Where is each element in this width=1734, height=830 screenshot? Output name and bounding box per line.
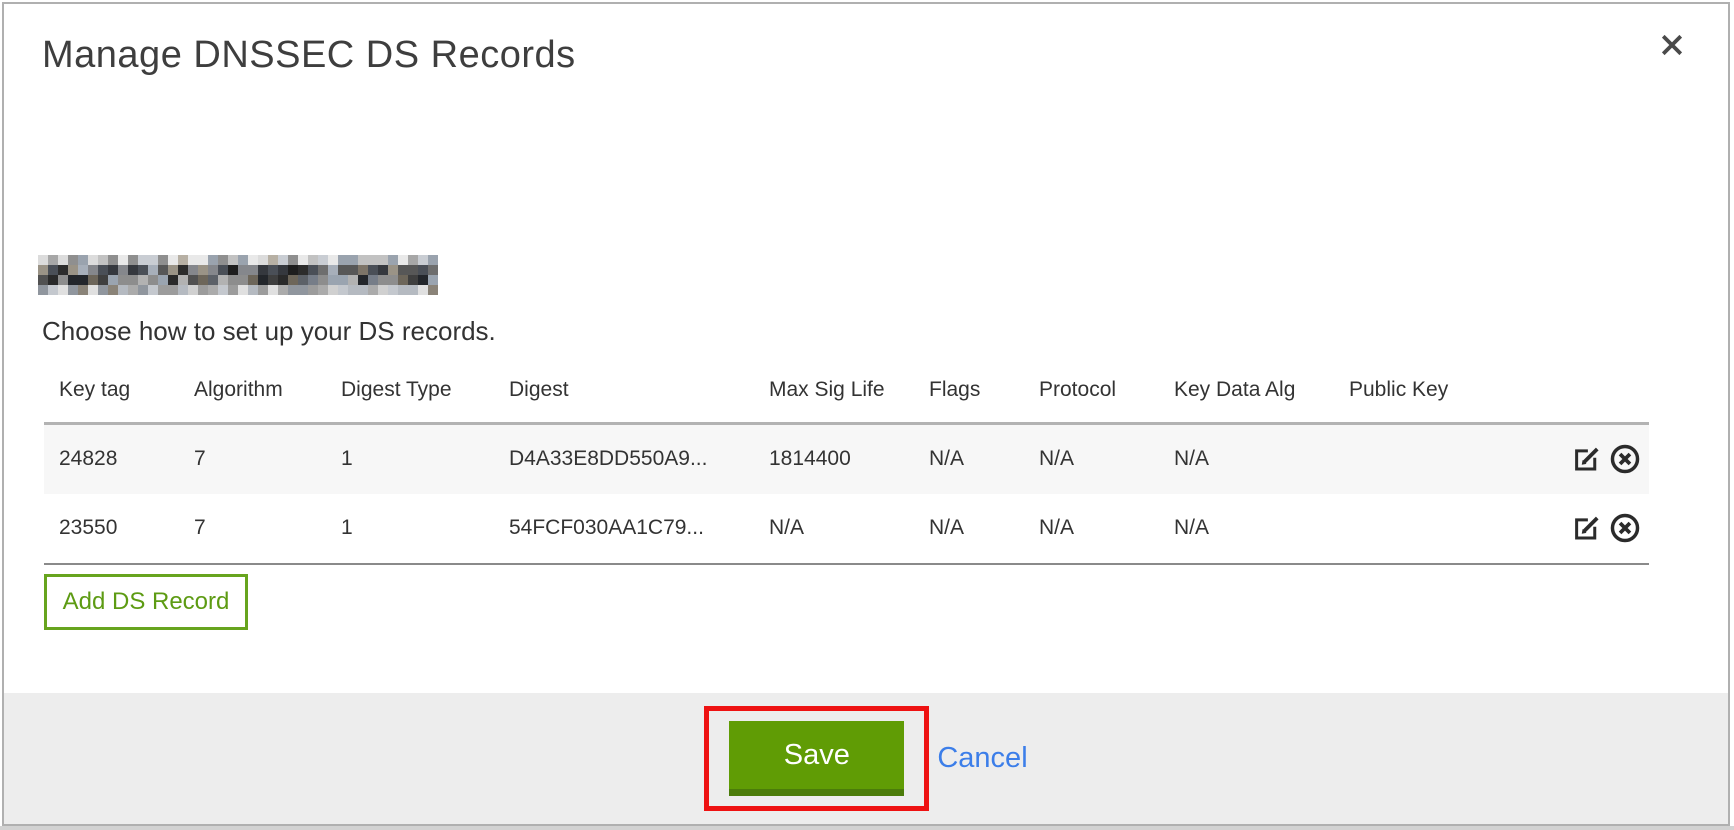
annotation-highlight-box: Save — [704, 706, 929, 811]
ds-records-table: Key tag Algorithm Digest Type Digest Max… — [44, 370, 1649, 565]
cell-digest: 54FCF030AA1C79... — [494, 494, 754, 564]
edit-icon — [1571, 531, 1601, 546]
cell-digest-type: 1 — [326, 494, 494, 564]
cell-flags: N/A — [914, 494, 1024, 564]
delete-record-button[interactable] — [1609, 443, 1641, 475]
cell-protocol: N/A — [1024, 424, 1159, 494]
header-max-sig-life: Max Sig Life — [754, 370, 914, 424]
header-digest-type: Digest Type — [326, 370, 494, 424]
cell-algorithm: 7 — [179, 494, 326, 564]
x-circle-icon — [1609, 463, 1641, 478]
x-circle-icon — [1609, 532, 1641, 547]
dialog-footer: Save Cancel — [4, 693, 1728, 824]
header-flags: Flags — [914, 370, 1024, 424]
cell-actions — [1544, 494, 1649, 564]
domain-name-redacted — [38, 255, 438, 295]
page-background-strip — [0, 826, 1734, 830]
edit-icon — [1571, 462, 1601, 477]
close-button[interactable] — [1656, 30, 1688, 62]
manage-dnssec-dialog: Manage DNSSEC DS Records Choose how to s… — [2, 2, 1730, 826]
cell-actions — [1544, 424, 1649, 494]
cell-max-sig-life: N/A — [754, 494, 914, 564]
delete-record-button[interactable] — [1609, 512, 1641, 544]
ds-records-tbody: 24828 7 1 D4A33E8DD550A9... 1814400 N/A … — [44, 424, 1649, 564]
cell-max-sig-life: 1814400 — [754, 424, 914, 494]
edit-record-button[interactable] — [1571, 444, 1601, 474]
header-actions — [1544, 370, 1649, 424]
header-public-key: Public Key — [1334, 370, 1544, 424]
screen: Manage DNSSEC DS Records Choose how to s… — [0, 0, 1734, 830]
cell-public-key — [1334, 424, 1544, 494]
cell-key-tag: 24828 — [44, 424, 179, 494]
cell-algorithm: 7 — [179, 424, 326, 494]
header-algorithm: Algorithm — [179, 370, 326, 424]
edit-record-button[interactable] — [1571, 513, 1601, 543]
table-header-row: Key tag Algorithm Digest Type Digest Max… — [44, 370, 1649, 424]
save-button[interactable]: Save — [729, 721, 904, 796]
cell-key-data-alg: N/A — [1159, 494, 1334, 564]
dialog-title: Manage DNSSEC DS Records — [42, 34, 576, 77]
table-row: 24828 7 1 D4A33E8DD550A9... 1814400 N/A … — [44, 424, 1649, 494]
header-protocol: Protocol — [1024, 370, 1159, 424]
cell-public-key — [1334, 494, 1544, 564]
cell-digest: D4A33E8DD550A9... — [494, 424, 754, 494]
instructions-text: Choose how to set up your DS records. — [42, 316, 496, 347]
add-ds-record-button[interactable]: Add DS Record — [44, 574, 248, 630]
cell-key-tag: 23550 — [44, 494, 179, 564]
cell-flags: N/A — [914, 424, 1024, 494]
cancel-link[interactable]: Cancel — [937, 742, 1027, 775]
table-row: 23550 7 1 54FCF030AA1C79... N/A N/A N/A … — [44, 494, 1649, 564]
header-digest: Digest — [494, 370, 754, 424]
cell-digest-type: 1 — [326, 424, 494, 494]
header-key-data-alg: Key Data Alg — [1159, 370, 1334, 424]
header-key-tag: Key tag — [44, 370, 179, 424]
close-icon — [1658, 31, 1686, 62]
cell-protocol: N/A — [1024, 494, 1159, 564]
cell-key-data-alg: N/A — [1159, 424, 1334, 494]
